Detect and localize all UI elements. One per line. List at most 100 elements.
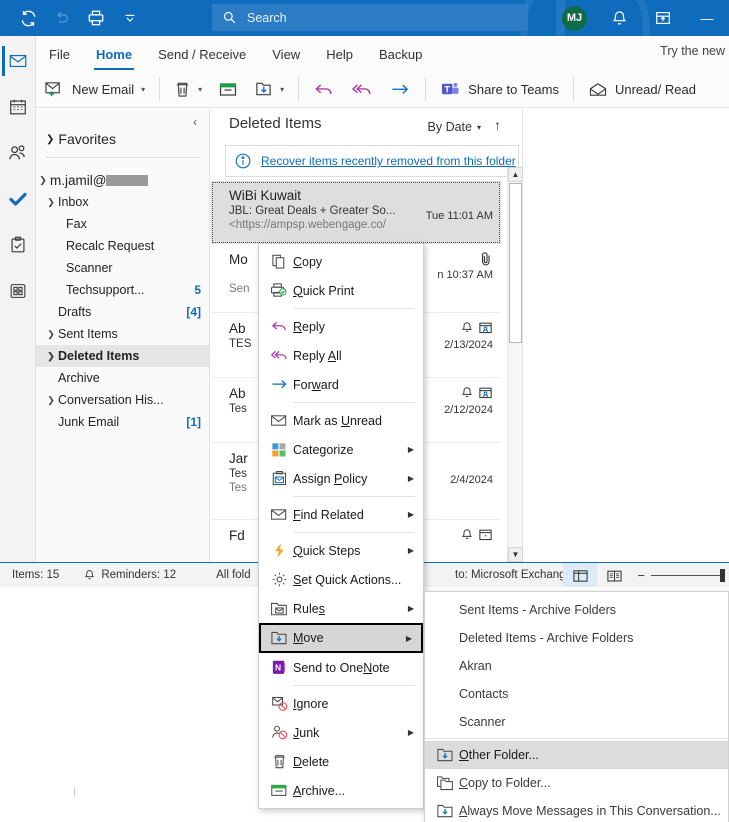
menu-item-forward[interactable]: Forward <box>259 370 423 399</box>
tab-view[interactable]: View <box>259 39 313 70</box>
folder-pane: ‹ ❯ Favorites ❯ m.jamil@ ❯ Inbox Fax Rec… <box>36 109 210 562</box>
folder-techsupport[interactable]: Techsupport... 5 <box>36 279 209 301</box>
zoom-out-button[interactable]: − <box>637 568 645 583</box>
recover-items-link[interactable]: Recover items recently removed from this… <box>261 154 516 168</box>
menu-item-rules[interactable]: Rules ▶ <box>259 594 423 623</box>
reply-button[interactable] <box>305 74 343 104</box>
rail-item-tasks[interactable] <box>0 230 36 260</box>
rail-item-people[interactable] <box>0 138 36 168</box>
menu-item-mark-as-unread[interactable]: Mark as Unread <box>259 406 423 435</box>
unread-read-button[interactable]: Unread/ Read <box>580 74 704 104</box>
message-list-scrollbar[interactable]: ▲ ▼ <box>507 167 523 562</box>
tab-backup[interactable]: Backup <box>366 39 435 70</box>
menu-item-ignore[interactable]: Ignore <box>259 689 423 718</box>
reading-view-button[interactable] <box>597 563 631 588</box>
forward-button[interactable] <box>381 74 419 104</box>
menu-item-delete[interactable]: Delete <box>259 747 423 776</box>
search-input[interactable]: Search <box>247 11 287 25</box>
menu-item-copy[interactable]: Copy <box>259 247 423 276</box>
avatar[interactable]: MJ <box>562 5 587 31</box>
decoration-tick <box>74 787 75 797</box>
menu-item-send-to-onenote[interactable]: N Send to OneNote <box>259 653 423 682</box>
submenu-item-other-folder[interactable]: Other Folder... <box>425 741 728 769</box>
scroll-down-button[interactable]: ▼ <box>508 547 523 562</box>
archive-button[interactable] <box>210 74 246 104</box>
print-icon[interactable] <box>80 3 112 33</box>
reply-all-button[interactable] <box>343 74 381 104</box>
normal-view-button[interactable] <box>563 563 598 588</box>
undo-icon[interactable] <box>46 3 78 33</box>
share-to-teams-button[interactable]: Share to Teams <box>432 74 567 104</box>
chevron-down-icon[interactable]: ▾ <box>141 85 145 94</box>
menu-item-quick-steps[interactable]: Quick Steps ▶ <box>259 536 423 565</box>
menu-item-reply-all[interactable]: Reply All <box>259 341 423 370</box>
rail-item-more-apps[interactable] <box>0 276 36 306</box>
submenu-item-copy-to-folder[interactable]: Copy to Folder... <box>425 769 728 797</box>
menu-item-reply[interactable]: Reply <box>259 312 423 341</box>
folder-recalc-request[interactable]: Recalc Request <box>36 235 209 257</box>
zoom-slider[interactable]: − <box>631 568 729 583</box>
tab-home[interactable]: Home <box>83 39 145 70</box>
arrow-up-icon[interactable]: ↑ <box>494 117 501 133</box>
ribbon-separator <box>298 77 300 101</box>
folder-inbox[interactable]: ❯ Inbox <box>36 191 209 213</box>
submenu-item-deleted-items-archive-folders[interactable]: Deleted Items - Archive Folders <box>425 624 728 652</box>
chevron-down-icon[interactable]: ▾ <box>280 85 284 94</box>
zoom-track[interactable] <box>651 569 725 582</box>
folder-archive[interactable]: Archive <box>36 367 209 389</box>
status-reminders[interactable]: Reminders: 12 <box>71 568 188 582</box>
folder-sent-items[interactable]: ❯ Sent Items <box>36 323 209 345</box>
folder-drafts[interactable]: Drafts [4] <box>36 301 209 323</box>
menu-item-move[interactable]: Move ▶ <box>259 623 423 653</box>
account-root[interactable]: ❯ m.jamil@ <box>36 169 209 191</box>
menu-item-archive[interactable]: Archive... <box>259 776 423 805</box>
chevron-down-icon[interactable] <box>114 3 146 33</box>
sync-icon[interactable] <box>12 3 44 33</box>
menu-item-label: Move <box>293 631 324 645</box>
folder-scanner[interactable]: Scanner <box>36 257 209 279</box>
menu-item-categorize[interactable]: Categorize ▶ <box>259 435 423 464</box>
message-row-0[interactable]: WiBi Kuwait JBL: Great Deals + Greater S… <box>211 181 501 244</box>
try-new-outlook-label[interactable]: Try the new <box>660 44 725 58</box>
submenu-item-sent-items-archive-folders[interactable]: Sent Items - Archive Folders <box>425 596 728 624</box>
favorites-header[interactable]: ❯ Favorites <box>46 131 116 147</box>
menu-item-label: Set Quick Actions... <box>293 572 402 587</box>
submenu-item-akran[interactable]: Akran <box>425 652 728 680</box>
zoom-thumb[interactable] <box>720 569 725 582</box>
menu-item-assign-policy[interactable]: Assign Policy ▶ <box>259 464 423 493</box>
move-button[interactable]: ▾ <box>246 74 292 104</box>
minimize-button[interactable]: — <box>685 0 729 36</box>
menu-item-quick-print[interactable]: Quick Print <box>259 276 423 305</box>
forward-icon <box>389 80 411 99</box>
collapse-pane-button[interactable]: ‹ <box>186 113 204 131</box>
new-email-button[interactable]: New Email ▾ <box>36 74 153 104</box>
folder-fax[interactable]: Fax <box>36 213 209 235</box>
tab-file[interactable]: File <box>36 39 83 70</box>
menu-item-junk[interactable]: Junk ▶ <box>259 718 423 747</box>
recover-items-banner[interactable]: Recover items recently removed from this… <box>225 145 519 177</box>
chevron-right-icon: ▶ <box>407 728 414 737</box>
delete-button[interactable]: ▾ <box>166 74 210 104</box>
search-box[interactable]: Search <box>212 4 528 31</box>
sort-label: By Date <box>427 120 472 134</box>
rail-item-todo[interactable] <box>0 184 36 214</box>
menu-item-set-quick-actions[interactable]: Set Quick Actions... <box>259 565 423 594</box>
menu-item-find-related[interactable]: Find Related ▶ <box>259 500 423 529</box>
submenu-item-scanner[interactable]: Scanner <box>425 708 728 736</box>
rail-item-mail[interactable] <box>0 46 36 76</box>
tab-send-receive[interactable]: Send / Receive <box>145 39 259 70</box>
scroll-up-button[interactable]: ▲ <box>508 167 523 182</box>
sort-dropdown[interactable]: By Date ▾ <box>428 120 481 134</box>
scrollbar-thumb[interactable] <box>509 183 522 343</box>
context-menu: Copy Quick Print Reply Reply All Forward… <box>258 243 424 809</box>
folder-junk-email[interactable]: Junk Email [1] <box>36 411 209 433</box>
folder-deleted-items[interactable]: ❯ Deleted Items <box>36 345 209 367</box>
submenu-item-always-move-messages[interactable]: Always Move Messages in This Conversatio… <box>425 797 728 822</box>
rail-item-calendar[interactable] <box>0 92 36 122</box>
bell-icon[interactable] <box>597 0 641 36</box>
folder-conversation-history[interactable]: ❯ Conversation His... <box>36 389 209 411</box>
submenu-item-contacts[interactable]: Contacts <box>425 680 728 708</box>
chevron-down-icon[interactable]: ▾ <box>198 85 202 94</box>
tab-help[interactable]: Help <box>313 39 366 70</box>
coming-soon-icon[interactable] <box>641 0 685 36</box>
